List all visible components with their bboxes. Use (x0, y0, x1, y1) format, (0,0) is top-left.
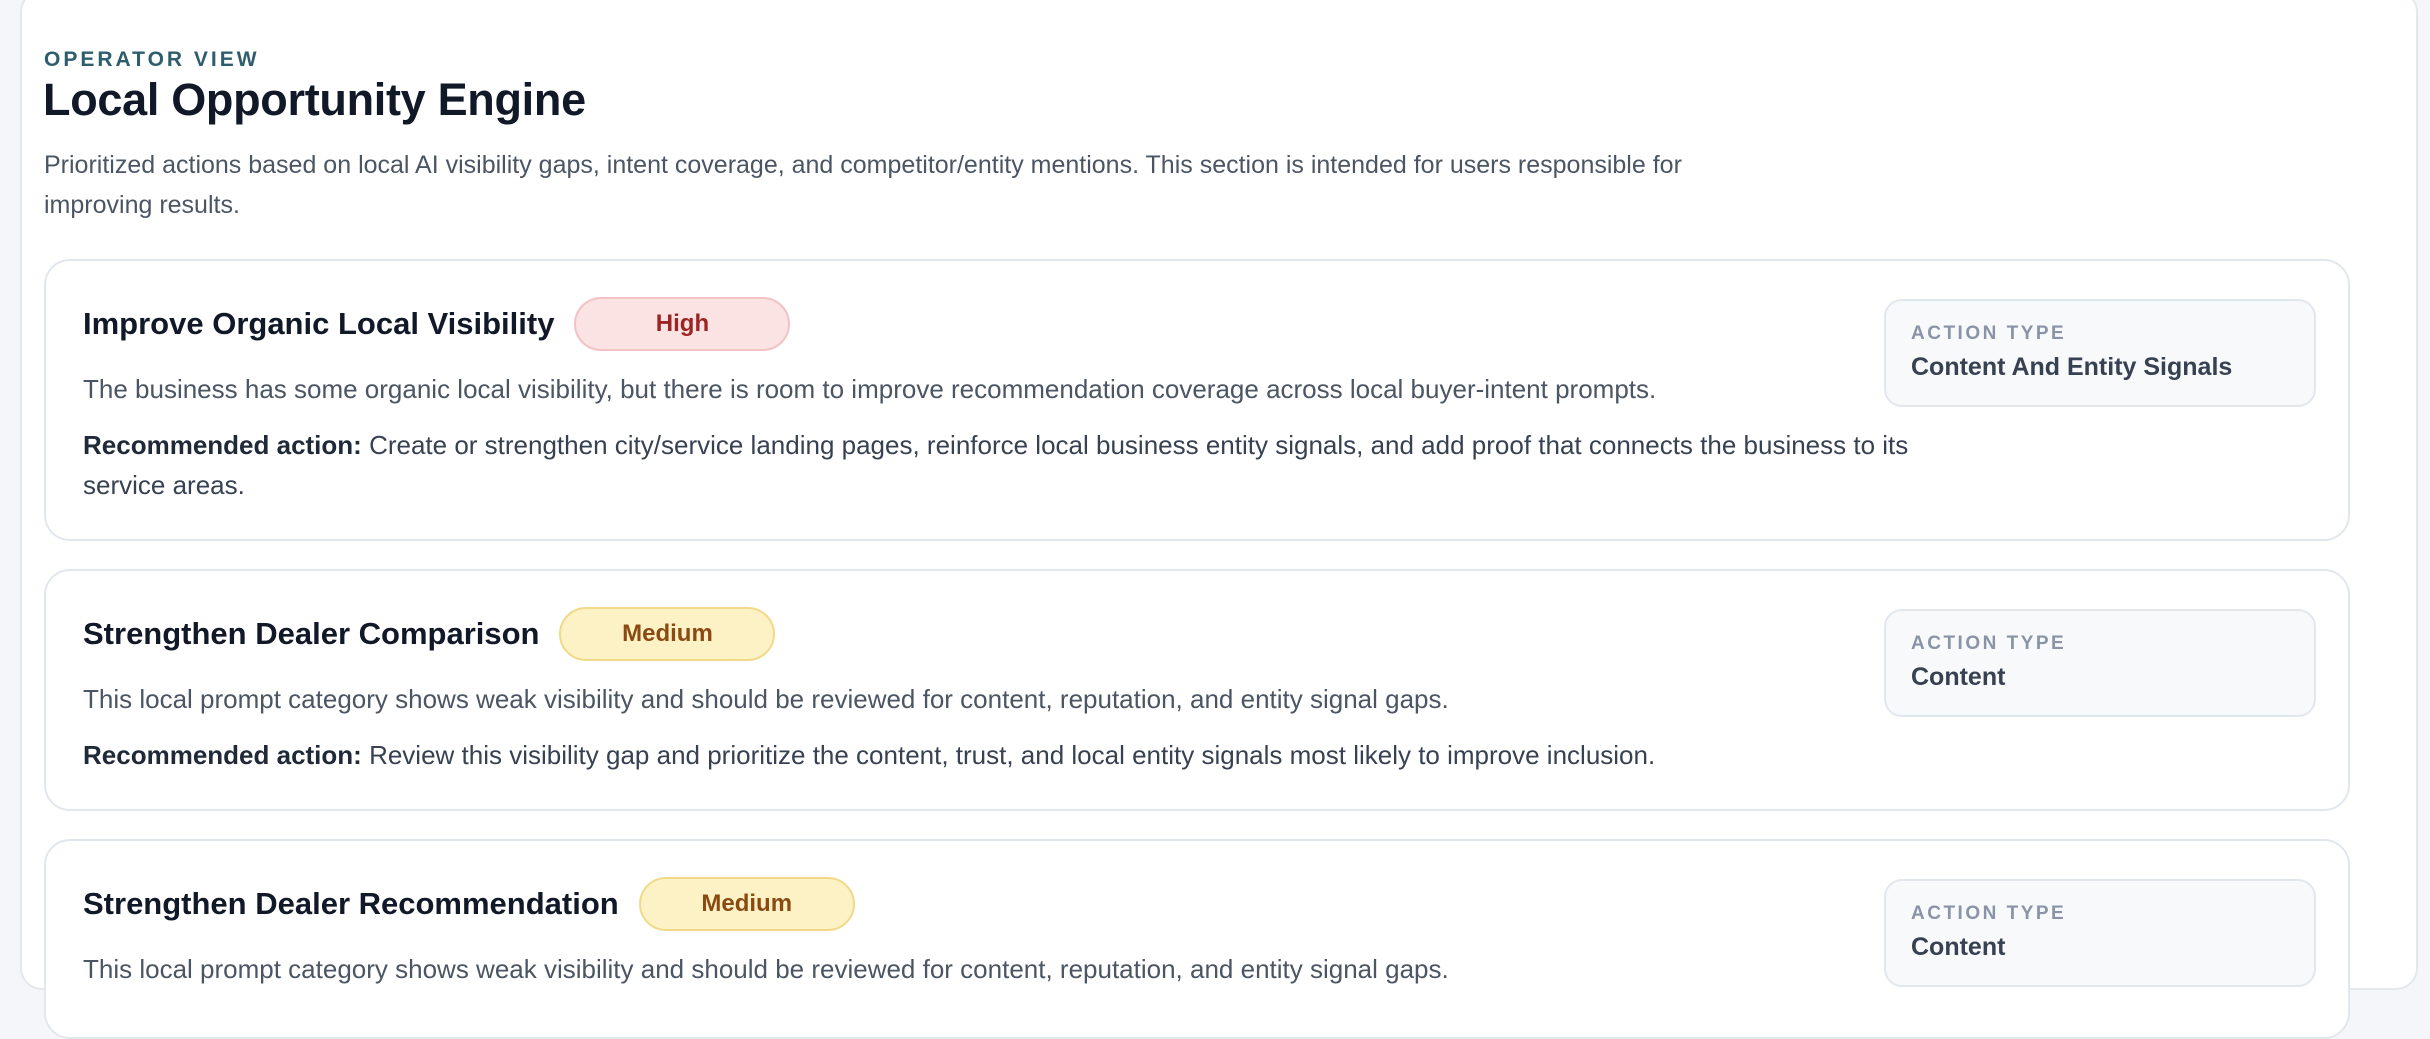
card-header: Strengthen Dealer Comparison Medium (83, 607, 776, 661)
card-description: The business has some organic local visi… (83, 374, 1657, 404)
recommended-action-label: Recommended action: (83, 740, 362, 770)
card-header: Strengthen Dealer Recommendation Medium (83, 877, 855, 931)
card-description: This local prompt category shows weak vi… (83, 954, 1449, 984)
section-eyebrow: OPERATOR VIEW (44, 48, 260, 71)
opportunity-card[interactable]: Strengthen Dealer Recommendation Medium … (44, 839, 2350, 1039)
card-title: Strengthen Dealer Recommendation (83, 886, 619, 921)
action-type-box: ACTION TYPE Content (1884, 609, 2316, 717)
priority-badge: High (574, 297, 791, 351)
page-description: Prioritized actions based on local AI vi… (44, 151, 1682, 219)
priority-badge: Medium (559, 607, 776, 661)
card-title: Improve Organic Local Visibility (83, 306, 555, 341)
action-type-label: ACTION TYPE (1911, 903, 2067, 924)
recommended-action: Recommended action: Review this visibili… (83, 735, 1913, 775)
action-type-value: Content And Entity Signals (1911, 353, 2233, 381)
recommended-action-label: Recommended action: (83, 430, 362, 460)
action-type-box: ACTION TYPE Content (1884, 879, 2316, 987)
recommended-action-text: Review this visibility gap and prioritiz… (369, 740, 1656, 770)
action-type-label: ACTION TYPE (1911, 323, 2067, 344)
priority-badge: Medium (638, 877, 855, 931)
action-type-box: ACTION TYPE Content And Entity Signals (1884, 299, 2316, 407)
card-title: Strengthen Dealer Comparison (83, 616, 540, 651)
card-description: This local prompt category shows weak vi… (83, 684, 1449, 714)
action-type-label: ACTION TYPE (1911, 633, 2067, 654)
page-title: Local Opportunity Engine (43, 74, 586, 125)
action-type-value: Content (1911, 663, 2006, 691)
card-header: Improve Organic Local Visibility High (83, 297, 791, 351)
action-type-value: Content (1911, 933, 2006, 961)
recommended-action: Recommended action: Create or strengthen… (83, 425, 1913, 505)
opportunity-card[interactable]: Strengthen Dealer Comparison Medium This… (44, 569, 2350, 811)
opportunity-card[interactable]: Improve Organic Local Visibility High Th… (44, 259, 2350, 541)
